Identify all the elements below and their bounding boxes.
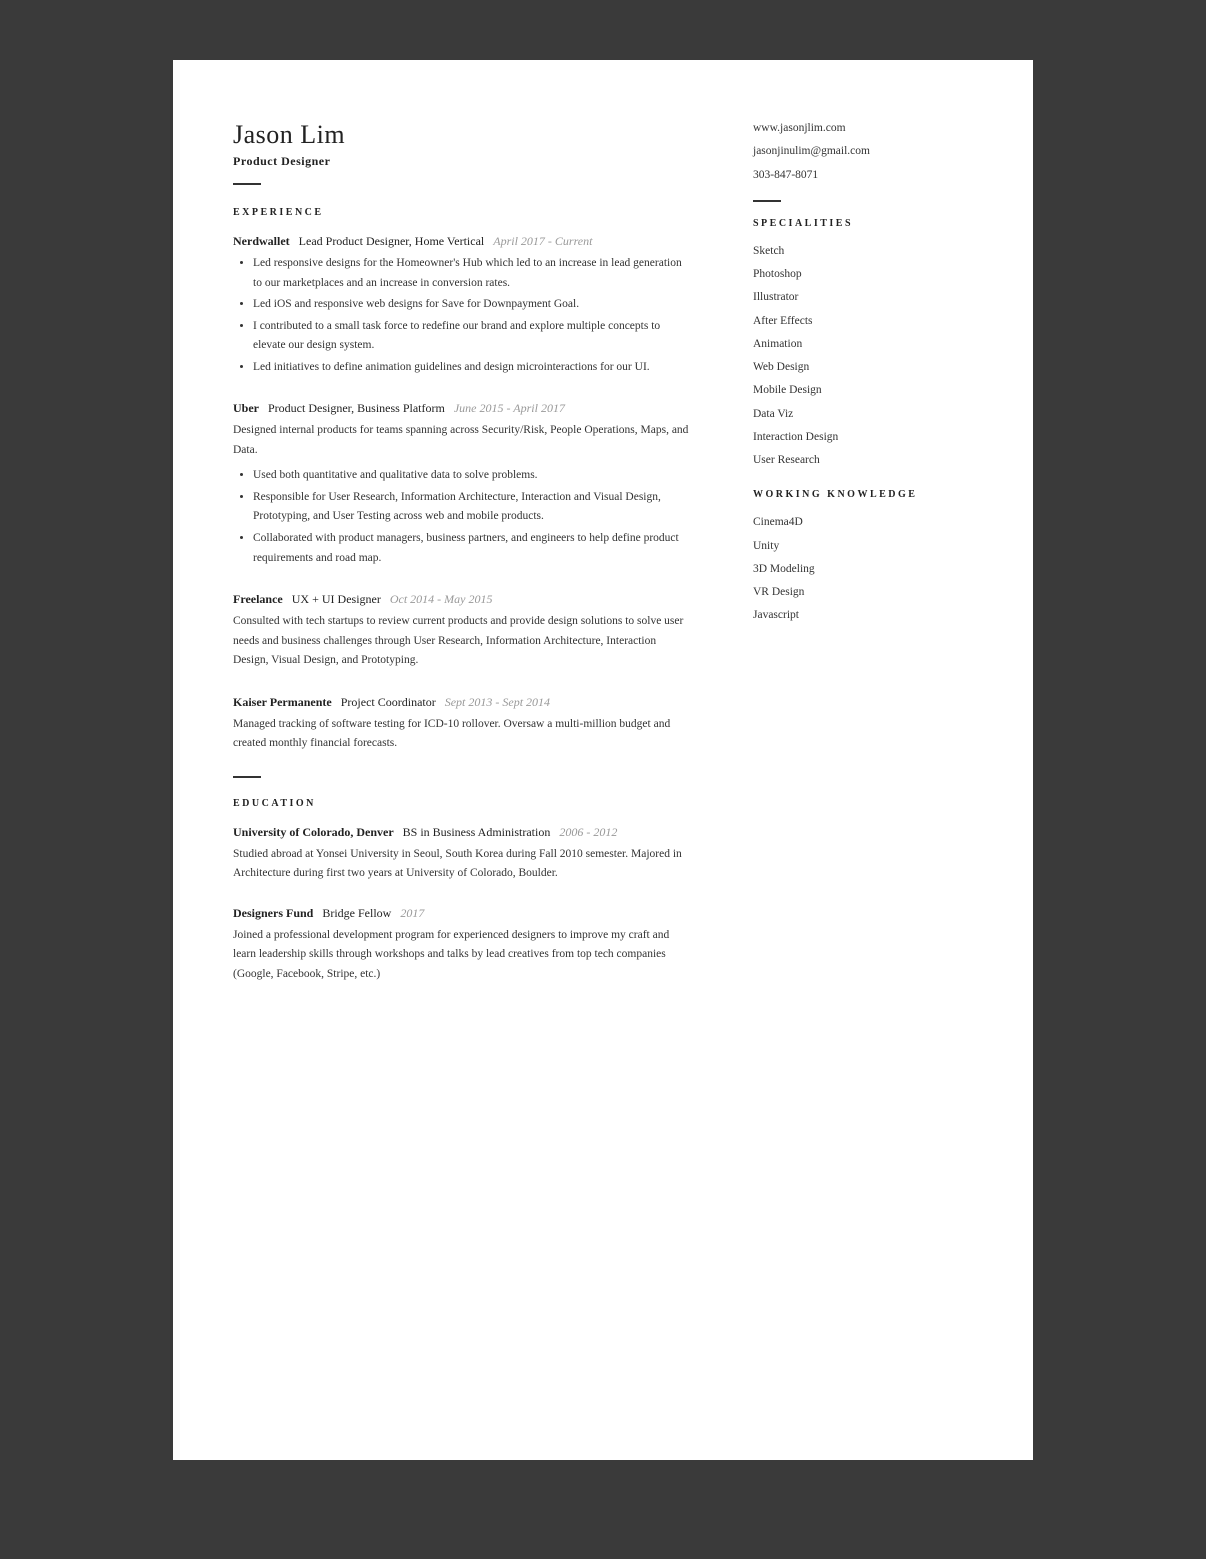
experience-section-label: EXPERIENCE <box>233 207 693 218</box>
resume-page: Jason Lim Product Designer EXPERIENCE Ne… <box>173 60 1033 1460</box>
right-divider-1 <box>753 200 781 202</box>
cu-header: University of Colorado, Denver BS in Bus… <box>233 823 693 841</box>
working-knowledge-section: WORKING KNOWLEDGE Cinema4D Unity 3D Mode… <box>753 489 973 624</box>
cu-school: University of Colorado, Denver <box>233 825 394 839</box>
uber-role: Product Designer, Business Platform <box>262 401 451 415</box>
skill-user-research: User Research <box>753 452 973 469</box>
uber-description: Designed internal products for teams spa… <box>233 421 693 460</box>
nerdwallet-bullets: Led responsive designs for the Homeowner… <box>233 254 693 377</box>
nerdwallet-company: Nerdwallet <box>233 234 290 248</box>
right-column: www.jasonjlim.com jasonjinulim@gmail.com… <box>753 120 973 1400</box>
cu-years: 2006 - 2012 <box>559 825 617 839</box>
name-divider <box>233 183 261 185</box>
nerdwallet-dates: April 2017 - Current <box>493 234 592 248</box>
skill-javascript: Javascript <box>753 607 973 624</box>
education-cu: University of Colorado, Denver BS in Bus… <box>233 823 693 884</box>
uber-header: Uber Product Designer, Business Platform… <box>233 399 693 417</box>
freelance-header: Freelance UX + UI Designer Oct 2014 - Ma… <box>233 590 693 608</box>
uber-bullets: Used both quantitative and qualitative d… <box>233 466 693 568</box>
freelance-company: Freelance <box>233 592 283 606</box>
uber-company: Uber <box>233 401 259 415</box>
cu-description: Studied abroad at Yonsei University in S… <box>233 845 693 884</box>
experience-uber: Uber Product Designer, Business Platform… <box>233 399 693 568</box>
list-item: Led responsive designs for the Homeowner… <box>253 254 693 293</box>
experience-nerdwallet: Nerdwallet Lead Product Designer, Home V… <box>233 232 693 377</box>
left-column: Jason Lim Product Designer EXPERIENCE Ne… <box>233 120 753 1400</box>
candidate-title: Product Designer <box>233 154 693 169</box>
experience-kaiser: Kaiser Permanente Project Coordinator Se… <box>233 693 693 754</box>
skill-unity: Unity <box>753 538 973 555</box>
cu-degree: BS in Business Administration <box>397 825 557 839</box>
candidate-name: Jason Lim <box>233 120 693 150</box>
skill-animation: Animation <box>753 336 973 353</box>
contact-email: jasonjinulim@gmail.com <box>753 143 973 160</box>
df-description: Joined a professional development progra… <box>233 926 693 985</box>
skill-illustrator: Illustrator <box>753 289 973 306</box>
df-header: Designers Fund Bridge Fellow 2017 <box>233 904 693 922</box>
freelance-description: Consulted with tech startups to review c… <box>233 612 693 671</box>
education-designers-fund: Designers Fund Bridge Fellow 2017 Joined… <box>233 904 693 985</box>
skill-cinema4d: Cinema4D <box>753 514 973 531</box>
skill-after-effects: After Effects <box>753 313 973 330</box>
specialities-label: SPECIALITIES <box>753 218 973 229</box>
list-item: I contributed to a small task force to r… <box>253 317 693 356</box>
kaiser-header: Kaiser Permanente Project Coordinator Se… <box>233 693 693 711</box>
list-item: Collaborated with product managers, busi… <box>253 529 693 568</box>
uber-dates: June 2015 - April 2017 <box>454 401 565 415</box>
df-school: Designers Fund <box>233 906 313 920</box>
working-knowledge-label: WORKING KNOWLEDGE <box>753 489 973 500</box>
kaiser-dates: Sept 2013 - Sept 2014 <box>445 695 550 709</box>
skill-interaction-design: Interaction Design <box>753 429 973 446</box>
list-item: Responsible for User Research, Informati… <box>253 488 693 527</box>
kaiser-role: Project Coordinator <box>335 695 442 709</box>
nerdwallet-header: Nerdwallet Lead Product Designer, Home V… <box>233 232 693 250</box>
section-divider <box>233 776 261 778</box>
skill-sketch: Sketch <box>753 243 973 260</box>
freelance-role: UX + UI Designer <box>286 592 387 606</box>
list-item: Led iOS and responsive web designs for S… <box>253 295 693 315</box>
education-section-label: EDUCATION <box>233 798 693 809</box>
skill-photoshop: Photoshop <box>753 266 973 283</box>
kaiser-description: Managed tracking of software testing for… <box>233 715 693 754</box>
contact-website: www.jasonjlim.com <box>753 120 973 137</box>
contact-phone: 303-847-8071 <box>753 167 973 184</box>
kaiser-company: Kaiser Permanente <box>233 695 332 709</box>
list-item: Led initiatives to define animation guid… <box>253 358 693 378</box>
df-years: 2017 <box>400 906 424 920</box>
list-item: Used both quantitative and qualitative d… <box>253 466 693 486</box>
skill-3d-modeling: 3D Modeling <box>753 561 973 578</box>
skill-data-viz: Data Viz <box>753 406 973 423</box>
df-degree: Bridge Fellow <box>316 906 397 920</box>
freelance-dates: Oct 2014 - May 2015 <box>390 592 493 606</box>
skill-web-design: Web Design <box>753 359 973 376</box>
skill-vr-design: VR Design <box>753 584 973 601</box>
experience-freelance: Freelance UX + UI Designer Oct 2014 - Ma… <box>233 590 693 671</box>
specialities-list: Sketch Photoshop Illustrator After Effec… <box>753 243 973 470</box>
nerdwallet-role: Lead Product Designer, Home Vertical <box>293 234 491 248</box>
skill-mobile-design: Mobile Design <box>753 382 973 399</box>
